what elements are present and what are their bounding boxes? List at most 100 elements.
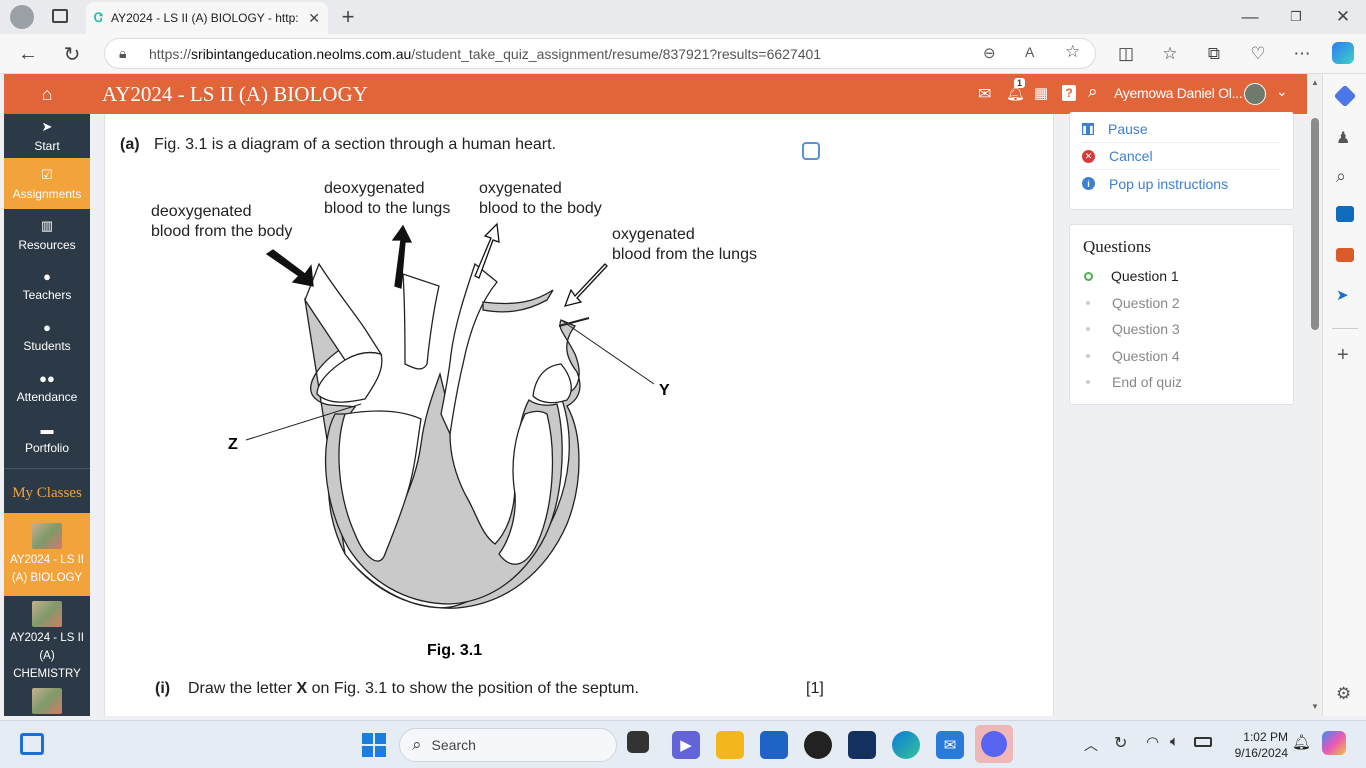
checkbox-icon: ☑ [41, 166, 53, 182]
profile-icon[interactable] [10, 5, 34, 29]
outlook-icon[interactable] [1336, 206, 1354, 222]
url-domain: sribintangeducation.neolms.com.au [191, 45, 412, 62]
games-icon[interactable]: ♟ [1336, 128, 1350, 148]
scroll-up-icon[interactable]: ▲ [1311, 78, 1319, 87]
send-icon: ➤ [41, 119, 53, 134]
favorite-star-icon[interactable]: ☆ [1065, 42, 1080, 62]
nav-teachers[interactable]: ● Teachers [4, 260, 90, 311]
copilot-icon[interactable] [1332, 42, 1354, 64]
settings-gear-icon[interactable]: ⚙ [1336, 684, 1351, 704]
question-label: Question 1 [1111, 268, 1179, 285]
nav-label: Attendance [16, 390, 78, 404]
cancel-icon: ✕ [1082, 149, 1095, 163]
search-sidebar-icon[interactable]: ⌕ [1336, 166, 1346, 187]
nav-students[interactable]: ● Students [4, 311, 90, 362]
help-icon[interactable]: ? [1062, 85, 1076, 101]
close-window-icon[interactable]: ✕ [1329, 3, 1357, 31]
question-label: Question 3 [1112, 321, 1180, 338]
folder-icon: ▬ [40, 422, 54, 437]
page-scrollbar[interactable]: ▲ ▼ [1308, 74, 1322, 716]
class-item-biology[interactable]: AY2024 - LS II (A) BIOLOGY [4, 513, 90, 596]
restore-icon[interactable]: ❐ [1282, 3, 1310, 31]
question-label: Question 2 [1112, 294, 1180, 311]
question-item[interactable]: Question 1 [1083, 263, 1280, 290]
discord-tile[interactable] [975, 725, 1013, 763]
browser-essentials-icon[interactable]: ♡ [1244, 40, 1272, 68]
app-icon[interactable] [804, 731, 832, 759]
dot-icon [1086, 353, 1090, 358]
scrollbar-thumb[interactable] [1311, 118, 1319, 330]
class-label: AY2024 - LS II (A) CHEMISTRY [10, 632, 84, 680]
cancel-button[interactable]: ✕ Cancel [1082, 143, 1281, 170]
store-icon[interactable] [760, 731, 788, 759]
notifications-bell-icon[interactable]: 🔔︎ [1292, 733, 1311, 751]
back-icon[interactable]: ← [14, 40, 42, 68]
split-screen-icon[interactable]: ◫ [1112, 40, 1140, 68]
address-bar[interactable]: 🔒︎ https://sribintangeducation.neolms.co… [104, 38, 1096, 69]
user-name[interactable]: Ayemowa Daniel Ol... [1114, 85, 1243, 101]
meet-icon[interactable]: ▶ [672, 731, 700, 759]
question-item[interactable]: Question 4 [1083, 343, 1280, 370]
browser-tab[interactable]: Ꮳ AY2024 - LS II (A) BIOLOGY - http: ✕ [86, 2, 328, 34]
wifi-icon[interactable]: ◠ [1146, 733, 1159, 751]
avatar[interactable] [1244, 83, 1266, 105]
nav-assignments[interactable]: ☑ Assignments [4, 158, 90, 209]
zoom-icon[interactable]: ⊖ [983, 44, 996, 62]
arrow-ox-out [474, 222, 500, 279]
sync-icon[interactable]: ↻ [1114, 733, 1127, 753]
question-item[interactable]: End of quiz [1083, 369, 1280, 396]
collections-icon[interactable]: ⧉ [1200, 40, 1228, 68]
site-favicon-icon: Ꮳ [94, 10, 103, 25]
clock[interactable]: 1:02 PM 9/16/2024 [1222, 729, 1288, 761]
quiz-content: (a) Fig. 3.1 is a diagram of a section t… [104, 114, 1054, 716]
favorites-icon[interactable]: ☆ [1156, 40, 1184, 68]
read-aloud-icon[interactable]: A [1025, 44, 1034, 60]
telegram-icon[interactable]: ➤ [1336, 286, 1349, 304]
nav-attendance[interactable]: ●● Attendance [4, 362, 90, 413]
copilot-taskbar-icon[interactable] [1322, 731, 1346, 755]
popup-instructions-button[interactable]: i Pop up instructions [1082, 170, 1281, 197]
tab-actions-icon[interactable] [52, 9, 68, 23]
nav-start[interactable]: ➤ Start [4, 114, 90, 158]
question-item[interactable]: Question 3 [1083, 316, 1280, 343]
tools-icon[interactable] [1336, 248, 1354, 262]
question-item[interactable]: Question 2 [1083, 290, 1280, 317]
battery-icon[interactable] [1194, 737, 1212, 747]
nav-portfolio[interactable]: ▬ Portfolio [4, 413, 90, 464]
url-path: /student_take_quiz_assignment/resume/837… [411, 45, 822, 62]
nav-label: Resources [18, 237, 76, 252]
page-title: AY2024 - LS II (A) BIOLOGY [102, 81, 368, 106]
calendar-icon[interactable]: ▦ [1034, 84, 1048, 102]
task-view-icon[interactable] [627, 731, 649, 753]
mail-icon[interactable]: ✉ [978, 84, 991, 104]
lock-icon: 🔒︎ [119, 45, 127, 61]
minimize-icon[interactable]: — [1236, 3, 1264, 31]
leader-line-y [560, 319, 655, 385]
file-explorer-icon[interactable] [716, 731, 744, 759]
pause-button[interactable]: ❚❚ Pause [1081, 116, 1281, 143]
chevron-down-icon[interactable]: ⌄ [1276, 83, 1288, 100]
widgets-icon[interactable] [20, 733, 44, 755]
vpn-icon[interactable] [848, 731, 876, 759]
question-label: End of quiz [1112, 374, 1183, 391]
tag-icon[interactable] [1333, 84, 1357, 108]
search-icon[interactable]: ⌕ [1088, 82, 1098, 102]
new-tab-icon[interactable]: + [334, 3, 362, 31]
home-icon[interactable]: ⌂ [4, 74, 90, 114]
refresh-icon[interactable]: ↻ [58, 40, 86, 68]
nav-resources[interactable]: ▥ Resources [4, 209, 90, 260]
mail-app-icon[interactable]: ✉ [936, 731, 964, 759]
my-classes-heading: My Classes [12, 484, 82, 501]
edge-icon[interactable] [892, 731, 920, 759]
start-icon[interactable] [362, 733, 386, 757]
add-sidebar-icon[interactable]: + [1337, 344, 1349, 367]
books-icon: ▥ [40, 217, 54, 233]
more-menu-icon[interactable]: ⋯ [1288, 40, 1316, 68]
class-item-chemistry[interactable]: AY2024 - LS II (A) CHEMISTRY [4, 596, 90, 688]
sub-question-label: (i) [155, 680, 171, 697]
volume-icon[interactable]: 🔈︎ [1170, 733, 1179, 750]
taskbar-search[interactable]: ⌕ Search [399, 728, 617, 762]
tray-chevron-icon[interactable]: ︿ [1084, 735, 1098, 755]
scroll-down-icon[interactable]: ▼ [1311, 702, 1319, 711]
close-tab-icon[interactable]: ✕ [308, 10, 320, 27]
